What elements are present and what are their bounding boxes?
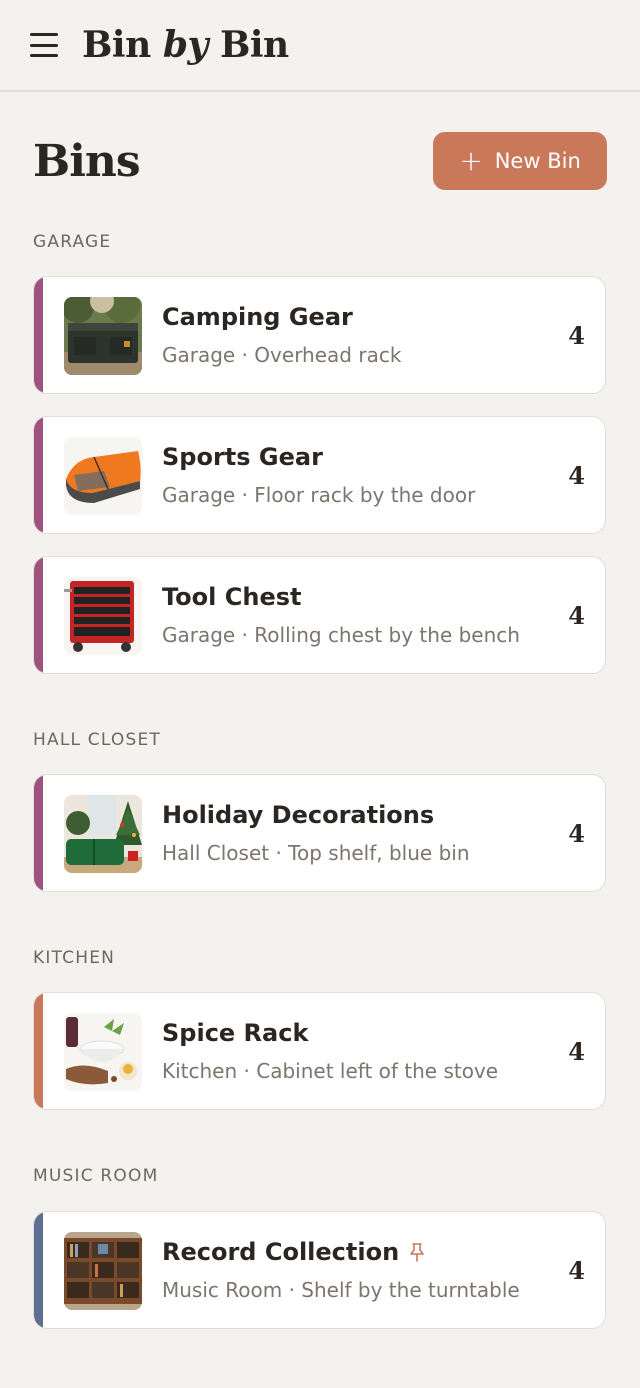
card-accent-stripe <box>34 775 43 891</box>
bin-title-text: Record Collection <box>162 1238 400 1266</box>
section-label-garage: GARAGE <box>33 232 112 252</box>
bin-item-count: 4 <box>568 461 585 490</box>
bin-card-camping-gear[interactable]: Camping Gear Garage · Overhead rack 4 <box>33 276 606 394</box>
card-accent-stripe <box>34 557 43 673</box>
camping-gear-thumbnail <box>64 297 142 375</box>
bin-location: Hall Closet · Top shelf, blue bin <box>162 841 470 865</box>
bin-card-spice-rack[interactable]: Spice Rack Kitchen · Cabinet left of the… <box>33 992 606 1110</box>
new-bin-button[interactable]: + New Bin <box>433 132 607 190</box>
bin-item-count: 4 <box>568 819 585 848</box>
bin-location: Garage · Overhead rack <box>162 343 402 367</box>
page-header: Bins + New Bin <box>33 132 607 190</box>
bin-location: Kitchen · Cabinet left of the stove <box>162 1059 499 1083</box>
section-label-kitchen: KITCHEN <box>33 948 116 968</box>
page-title: Bins <box>33 135 141 187</box>
section-label-music-room: MUSIC ROOM <box>33 1166 159 1186</box>
bin-title-text: Holiday Decorations <box>162 801 435 829</box>
bin-title: Camping Gear <box>162 303 353 331</box>
spice-rack-thumbnail <box>64 1013 142 1091</box>
bin-title-text: Tool Chest <box>162 583 302 611</box>
app-title[interactable]: Bin by Bin <box>82 24 289 66</box>
plus-icon: + <box>459 144 483 177</box>
app-title-part-1: Bin <box>82 24 163 66</box>
bin-card-record-collection[interactable]: Record Collection Music Room · Shelf by … <box>33 1211 606 1329</box>
bin-title-text: Spice Rack <box>162 1019 309 1047</box>
bin-location: Music Room · Shelf by the turntable <box>162 1278 520 1302</box>
app-title-part-2: by <box>162 24 209 66</box>
bin-title: Record Collection <box>162 1238 425 1266</box>
bin-item-count: 4 <box>568 601 585 630</box>
bin-location: Garage · Rolling chest by the bench <box>162 623 520 647</box>
bin-title: Holiday Decorations <box>162 801 434 829</box>
bin-title: Tool Chest <box>162 583 301 611</box>
bin-title-text: Sports Gear <box>162 443 323 471</box>
card-accent-stripe <box>34 277 43 393</box>
bin-card-tool-chest[interactable]: Tool Chest Garage · Rolling chest by the… <box>33 556 606 674</box>
bin-title-text: Camping Gear <box>162 303 353 331</box>
bin-item-count: 4 <box>568 1037 585 1066</box>
app-title-part-3: Bin <box>207 24 289 66</box>
tool-chest-thumbnail <box>64 577 142 655</box>
section-label-hall-closet: HALL CLOSET <box>33 730 161 750</box>
menu-icon[interactable] <box>30 33 58 57</box>
top-bar: Bin by Bin <box>0 0 640 92</box>
bin-card-sports-gear[interactable]: Sports Gear Garage · Floor rack by the d… <box>33 416 606 534</box>
bin-location: Garage · Floor rack by the door <box>162 483 476 507</box>
new-bin-label: New Bin <box>494 149 581 173</box>
bin-title: Spice Rack <box>162 1019 308 1047</box>
bin-title: Sports Gear <box>162 443 323 471</box>
pin-icon <box>409 1242 425 1262</box>
card-accent-stripe <box>34 417 43 533</box>
bin-item-count: 4 <box>568 321 585 350</box>
record-collection-thumbnail <box>64 1232 142 1310</box>
card-accent-stripe <box>34 993 43 1109</box>
card-accent-stripe <box>34 1212 43 1328</box>
sports-gear-thumbnail <box>64 437 142 515</box>
holiday-decorations-thumbnail <box>64 795 142 873</box>
bin-card-holiday-decorations[interactable]: Holiday Decorations Hall Closet · Top sh… <box>33 774 606 892</box>
bin-item-count: 4 <box>568 1256 585 1285</box>
